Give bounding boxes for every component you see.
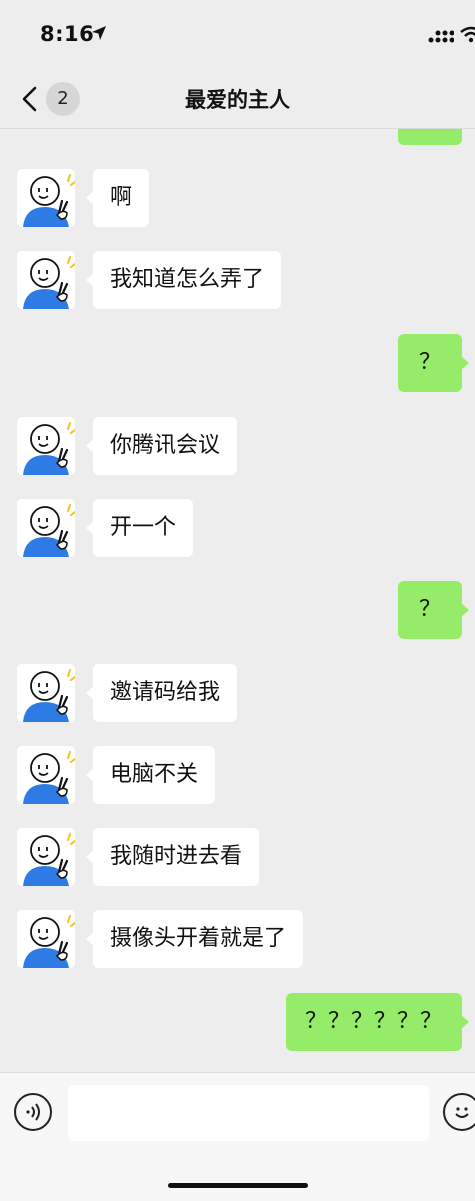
message-bubble-received[interactable]: 摄像头开着就是了 xyxy=(85,910,304,968)
status-time: 8:16 xyxy=(40,22,95,46)
contact-avatar[interactable] xyxy=(17,417,75,475)
contact-avatar[interactable] xyxy=(17,251,75,309)
message-bubble-received[interactable]: 电脑不关 xyxy=(85,746,216,804)
message-bubble-received[interactable]: 啊 xyxy=(85,169,150,227)
contact-avatar[interactable] xyxy=(17,746,75,804)
input-bar xyxy=(0,1072,475,1201)
message-bubble-received[interactable]: 邀请码给我 xyxy=(85,664,238,722)
message-bubble-sent[interactable]: ？ xyxy=(398,334,469,392)
contact-avatar[interactable] xyxy=(17,910,75,968)
chat-title: 最爱的主人 xyxy=(185,88,290,112)
voice-icon xyxy=(26,1103,40,1121)
message-bubble-sent[interactable]: ？？？？？？ xyxy=(286,993,469,1051)
contact-avatar[interactable] xyxy=(17,169,75,227)
message-bubble-partial xyxy=(398,129,462,145)
emoji-icon xyxy=(455,1107,469,1118)
message-list[interactable]: 啊 我知道怎么弄了 ？ 你腾讯会议 开一个 ？ 邀请码给我 电脑不关 我随时进去… xyxy=(0,129,475,1072)
contact-avatar[interactable] xyxy=(17,664,75,722)
emoji-button[interactable] xyxy=(443,1093,475,1131)
contact-avatar[interactable] xyxy=(17,499,75,557)
message-bubble-received[interactable]: 我随时进去看 xyxy=(85,828,260,886)
chat-header: 2 最爱的主人 xyxy=(0,70,475,129)
message-input[interactable] xyxy=(68,1085,429,1141)
contact-avatar[interactable] xyxy=(17,828,75,886)
location-arrow-icon xyxy=(92,26,106,40)
wifi-icon xyxy=(460,26,475,43)
message-bubble-sent[interactable]: ？ xyxy=(398,581,469,639)
message-bubble-received[interactable]: 你腾讯会议 xyxy=(85,417,238,475)
message-bubble-received[interactable]: 我知道怎么弄了 xyxy=(85,251,282,309)
signal-icon xyxy=(428,30,454,43)
status-bar: 8:16 xyxy=(0,0,475,70)
message-bubble-received[interactable]: 开一个 xyxy=(85,499,194,557)
home-indicator xyxy=(168,1183,308,1188)
voice-toggle-button[interactable] xyxy=(14,1093,52,1131)
